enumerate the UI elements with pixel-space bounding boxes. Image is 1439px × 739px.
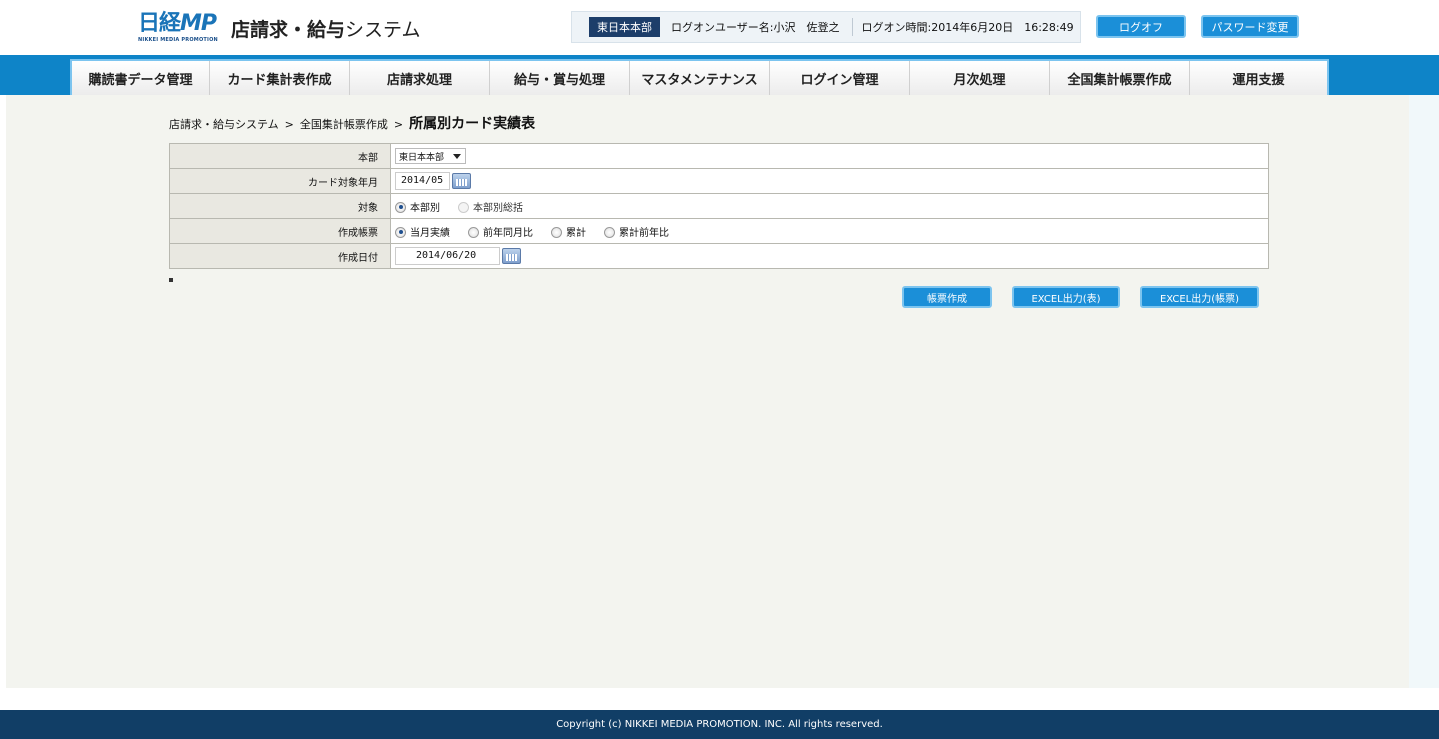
copyright-text: Copyright (c) NIKKEI MEDIA PROMOTION. IN… (556, 719, 883, 730)
excel-report-button[interactable]: EXCEL出力(帳票) (1140, 286, 1259, 308)
radio-selected-icon (395, 226, 406, 238)
page-title: 所属別カード実績表 (409, 116, 536, 132)
main-right-strip (1409, 95, 1439, 688)
form-row-date: 作成日付 2014/06/20 (169, 243, 1269, 269)
breadcrumb-national-reports[interactable]: 全国集計帳票作成 (300, 116, 388, 132)
logon-time: ログオン時間:2014年6月20日 16:28:49 (861, 21, 1074, 34)
divider (851, 18, 853, 36)
date-label: 作成日付 (169, 243, 391, 269)
calendar-icon[interactable] (452, 173, 471, 189)
form-row-hq: 本部 東日本本部 (169, 143, 1269, 169)
breadcrumb: 店請求・給与システム > 全国集計帳票作成 > 所属別カード実績表 (169, 113, 535, 133)
report-radio-yoy-month[interactable]: 前年同月比 (468, 224, 533, 239)
report-radio-cumulative[interactable]: 累計 (551, 224, 586, 239)
radio-icon (604, 226, 615, 238)
footer-gap (0, 688, 1439, 710)
nav-operation-support[interactable]: 運用支援 (1190, 61, 1327, 95)
breadcrumb-arrow: > (393, 118, 404, 131)
nav-card-summary[interactable]: カード集計表作成 (210, 61, 350, 95)
logon-user-name: ログオンユーザー名:小沢 佐登之 (671, 21, 840, 34)
card-month-input[interactable]: 2014/05 (395, 172, 450, 190)
target-radio-by-hq[interactable]: 本部別 (395, 199, 440, 214)
nav-store-billing[interactable]: 店請求処理 (350, 61, 490, 95)
target-radio-hq-summary: 本部別総括 (458, 199, 523, 214)
radio-icon (551, 226, 562, 238)
app-title: 店請求・給与システム (231, 19, 421, 41)
form-row-report: 作成帳票 当月実績 前年同月比 累計 累計前年比 (169, 218, 1269, 244)
report-radio-cumulative-yoy[interactable]: 累計前年比 (604, 224, 669, 239)
small-marker (169, 278, 173, 282)
hq-label: 本部 (169, 143, 391, 169)
target-label: 対象 (169, 193, 391, 219)
main-nav: 購読書データ管理 カード集計表作成 店請求処理 給与・賞与処理 マスタメンテナン… (0, 55, 1439, 95)
footer: Copyright (c) NIKKEI MEDIA PROMOTION. IN… (0, 710, 1439, 739)
breadcrumb-arrow: > (284, 118, 294, 131)
nav-national-reports[interactable]: 全国集計帳票作成 (1050, 61, 1190, 95)
nav-master-maintenance[interactable]: マスタメンテナンス (630, 61, 770, 95)
radio-icon (468, 226, 479, 238)
nav-salary-bonus[interactable]: 給与・賞与処理 (490, 61, 630, 95)
radio-selected-icon (395, 201, 406, 213)
header: 日経MP NIKKEI MEDIA PROMOTION 店請求・給与システム 東… (0, 0, 1439, 55)
change-password-button[interactable]: パスワード変更 (1201, 15, 1299, 38)
hq-badge: 東日本本部 (589, 17, 660, 37)
create-report-button[interactable]: 帳票作成 (902, 286, 992, 308)
logoff-button[interactable]: ログオフ (1096, 15, 1186, 38)
form-row-target: 対象 本部別 本部別総括 (169, 193, 1269, 219)
breadcrumb-system[interactable]: 店請求・給与システム (169, 116, 279, 132)
nav-monthly-processing[interactable]: 月次処理 (910, 61, 1050, 95)
hq-select[interactable]: 東日本本部 (395, 148, 466, 164)
radio-disabled-icon (458, 201, 469, 213)
form-row-card-month: カード対象年月 2014/05 (169, 168, 1269, 194)
report-form: 本部 東日本本部 カード対象年月 2014/05 対象 本部別 本部別総括 作成… (169, 143, 1269, 269)
nikkei-mp-logo: 日経MP NIKKEI MEDIA PROMOTION (138, 11, 218, 44)
report-label: 作成帳票 (169, 218, 391, 244)
user-info-box: 東日本本部 ログオンユーザー名:小沢 佐登之 ログオン時間:2014年6月20日… (571, 11, 1081, 43)
nav-menu: 購読書データ管理 カード集計表作成 店請求処理 給与・賞与処理 マスタメンテナン… (70, 59, 1329, 95)
excel-table-button[interactable]: EXCEL出力(表) (1012, 286, 1120, 308)
nav-login-management[interactable]: ログイン管理 (770, 61, 910, 95)
calendar-icon[interactable] (502, 248, 521, 264)
hq-select-value: 東日本本部 (399, 152, 445, 163)
report-radio-current-month[interactable]: 当月実績 (395, 224, 450, 239)
chevron-down-icon (453, 154, 461, 159)
card-month-label: カード対象年月 (169, 168, 391, 194)
nav-subscription-data[interactable]: 購読書データ管理 (72, 61, 210, 95)
creation-date-input[interactable]: 2014/06/20 (395, 247, 500, 265)
